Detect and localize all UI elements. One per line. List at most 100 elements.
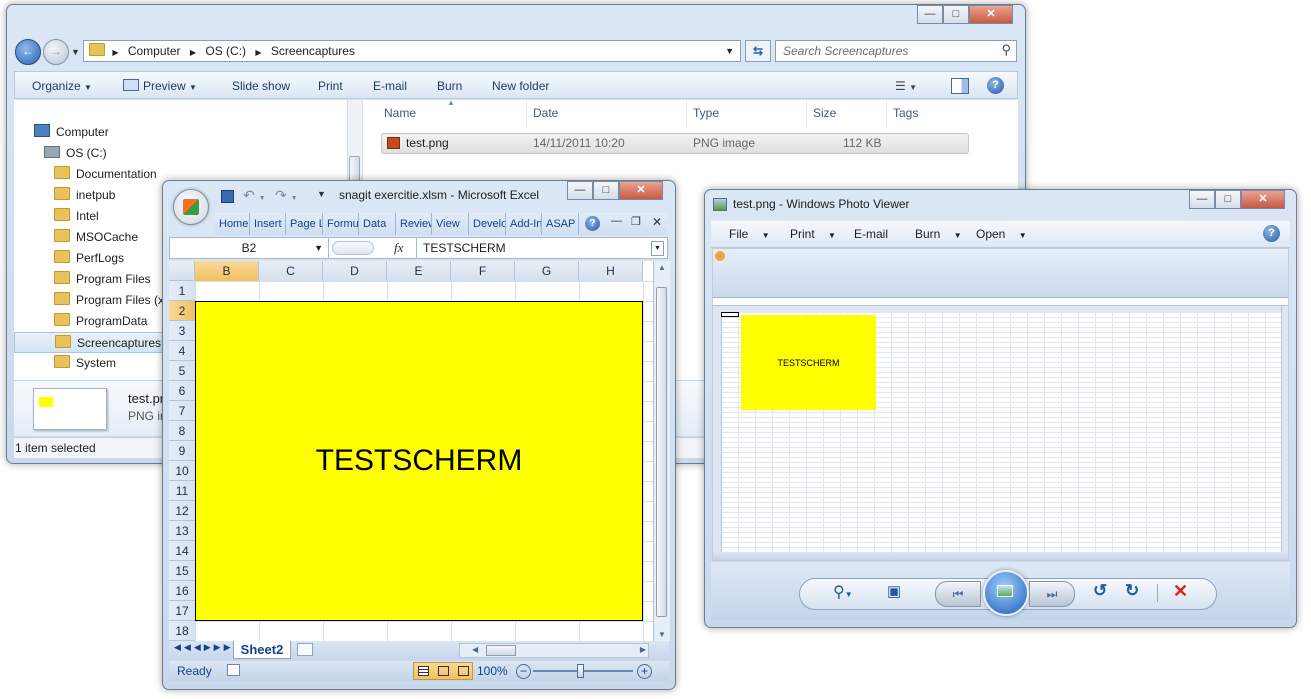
column-header[interactable]: H: [579, 261, 643, 281]
nav-item-perflogs[interactable]: PerfLogs: [54, 248, 124, 269]
nav-item-documentation[interactable]: Documentation: [54, 164, 157, 185]
row-header[interactable]: 5: [169, 361, 195, 381]
normal-view-icon[interactable]: [418, 666, 429, 676]
back-button[interactable]: ←: [15, 39, 41, 65]
print-button[interactable]: Print: [318, 72, 343, 100]
workbook-close-icon[interactable]: ✕: [652, 215, 662, 229]
image-display[interactable]: TESTSCHERM: [712, 248, 1289, 561]
column-tags[interactable]: Tags: [886, 100, 1018, 126]
formula-input[interactable]: TESTSCHERM: [416, 238, 653, 258]
qat-customize-icon[interactable]: ▼: [317, 189, 326, 199]
workbook-minimize-icon[interactable]: —: [611, 215, 622, 227]
vertical-scroll-thumb[interactable]: [656, 287, 667, 617]
slideshow-button[interactable]: Slide show: [232, 72, 290, 100]
excel-maximize-button[interactable]: □: [593, 181, 619, 200]
row-header[interactable]: 14: [169, 541, 195, 561]
row-header[interactable]: 2: [169, 301, 195, 321]
rotate-counterclockwise-icon[interactable]: ↺: [1093, 581, 1107, 601]
pv-menu-print[interactable]: Print ▼: [790, 221, 836, 247]
minimize-button[interactable]: —: [917, 5, 943, 24]
address-crumb-folder[interactable]: Screencaptures: [271, 44, 355, 58]
tab-formulas[interactable]: Formulas: [323, 213, 359, 235]
address-bar[interactable]: ▶ Computer ▶ OS (C:) ▶ Screencaptures ▼: [83, 40, 741, 62]
row-header[interactable]: 9: [169, 441, 195, 461]
zoom-slider-thumb[interactable]: [577, 664, 584, 678]
insert-sheet-icon[interactable]: [297, 643, 313, 656]
tab-page-layout[interactable]: Page Layout: [286, 213, 323, 235]
scroll-left-icon[interactable]: ◀: [472, 645, 478, 654]
row-header[interactable]: 12: [169, 501, 195, 521]
row-header[interactable]: 10: [169, 461, 195, 481]
pv-menu-open[interactable]: Open ▼: [976, 221, 1027, 247]
name-box[interactable]: B2 ▼: [170, 238, 329, 258]
history-dropdown-icon[interactable]: ▼: [71, 47, 80, 57]
nav-item-program-files[interactable]: Program Files: [54, 269, 151, 290]
search-icon[interactable]: ⚲: [1001, 42, 1011, 58]
nav-item-drive[interactable]: OS (C:): [44, 143, 107, 164]
tab-view[interactable]: View: [432, 213, 469, 235]
tab-developer[interactable]: Developer: [469, 213, 506, 235]
worksheet-grid[interactable]: B C D E F G H 1 2 3 4 5 6 7 8 9 10 11 12…: [169, 261, 653, 641]
tab-asap-utilities[interactable]: ASAP Utilities: [542, 213, 579, 235]
zoom-in-icon[interactable]: +: [637, 664, 652, 679]
row-header[interactable]: 4: [169, 341, 195, 361]
scroll-up-icon[interactable]: ▲: [658, 263, 666, 272]
file-row[interactable]: test.png 14/11/2011 10:20 PNG image 112 …: [381, 133, 969, 154]
actual-size-icon[interactable]: ▣: [887, 582, 901, 600]
refresh-icon[interactable]: ⇆: [745, 40, 771, 62]
address-crumb-drive[interactable]: OS (C:): [205, 44, 246, 58]
pv-close-button[interactable]: ✕: [1241, 190, 1285, 209]
slideshow-play-button[interactable]: [983, 570, 1029, 616]
column-header[interactable]: D: [323, 261, 387, 281]
row-header[interactable]: 11: [169, 481, 195, 501]
scroll-right-icon[interactable]: ▶: [640, 645, 646, 654]
column-size[interactable]: Size: [806, 100, 886, 126]
zoom-slider[interactable]: [533, 664, 633, 678]
row-header[interactable]: 7: [169, 401, 195, 421]
column-header[interactable]: E: [387, 261, 451, 281]
previous-button[interactable]: ⏮: [935, 581, 981, 607]
tab-review[interactable]: Review: [396, 213, 432, 235]
macro-record-icon[interactable]: [227, 664, 240, 676]
nav-item-computer[interactable]: Computer: [34, 122, 109, 143]
nav-item-inetpub[interactable]: inetpub: [54, 185, 115, 206]
merged-cell-b2[interactable]: TESTSCHERM: [195, 301, 643, 621]
column-header[interactable]: F: [451, 261, 515, 281]
nav-item-intel[interactable]: Intel: [54, 206, 99, 227]
new-folder-button[interactable]: New folder: [492, 72, 549, 100]
maximize-button[interactable]: □: [943, 5, 969, 24]
address-dropdown-icon[interactable]: ▼: [725, 41, 734, 61]
pv-menu-burn[interactable]: Burn ▼: [915, 221, 962, 247]
preview-pane-icon[interactable]: [951, 78, 969, 94]
horizontal-scroll-thumb[interactable]: [486, 645, 516, 656]
page-break-view-icon[interactable]: [458, 666, 469, 676]
sheet-nav-icons[interactable]: ◀◀◀▶▶▶: [174, 642, 234, 653]
preview-button[interactable]: Preview ▼: [123, 72, 197, 100]
email-button[interactable]: E-mail: [373, 72, 407, 100]
sheet-tab[interactable]: Sheet2: [233, 641, 291, 659]
nav-item-system[interactable]: System: [54, 353, 116, 374]
forward-button[interactable]: →: [43, 39, 69, 65]
column-header[interactable]: G: [515, 261, 579, 281]
tab-add-ins[interactable]: Add-Ins: [506, 213, 542, 235]
nav-item-programdata[interactable]: ProgramData: [54, 311, 147, 332]
excel-close-button[interactable]: ✕: [619, 181, 663, 200]
horizontal-scrollbar[interactable]: ◀ ▶: [459, 643, 649, 658]
view-options-icon[interactable]: ☰ ▼: [895, 72, 917, 100]
zoom-level[interactable]: 100%: [477, 664, 508, 678]
organize-button[interactable]: Organize ▼: [32, 72, 92, 100]
qat-redo-icon[interactable]: ↷ ▼: [275, 187, 298, 204]
name-box-dropdown-icon[interactable]: ▼: [314, 238, 323, 258]
search-input[interactable]: Search Screencaptures: [783, 44, 908, 58]
workbook-restore-icon[interactable]: ❐: [631, 215, 641, 228]
qat-undo-icon[interactable]: ↶ ▼: [243, 187, 266, 204]
pv-maximize-button[interactable]: □: [1215, 190, 1241, 209]
page-layout-view-icon[interactable]: [438, 666, 449, 676]
column-type[interactable]: Type: [686, 100, 806, 126]
column-header[interactable]: B: [195, 261, 259, 281]
tab-insert[interactable]: Insert: [250, 213, 286, 235]
row-header[interactable]: 13: [169, 521, 195, 541]
tab-home[interactable]: Home: [215, 213, 250, 235]
pv-menu-file[interactable]: File ▼: [729, 221, 770, 247]
pv-help-icon[interactable]: ?: [1263, 225, 1280, 242]
